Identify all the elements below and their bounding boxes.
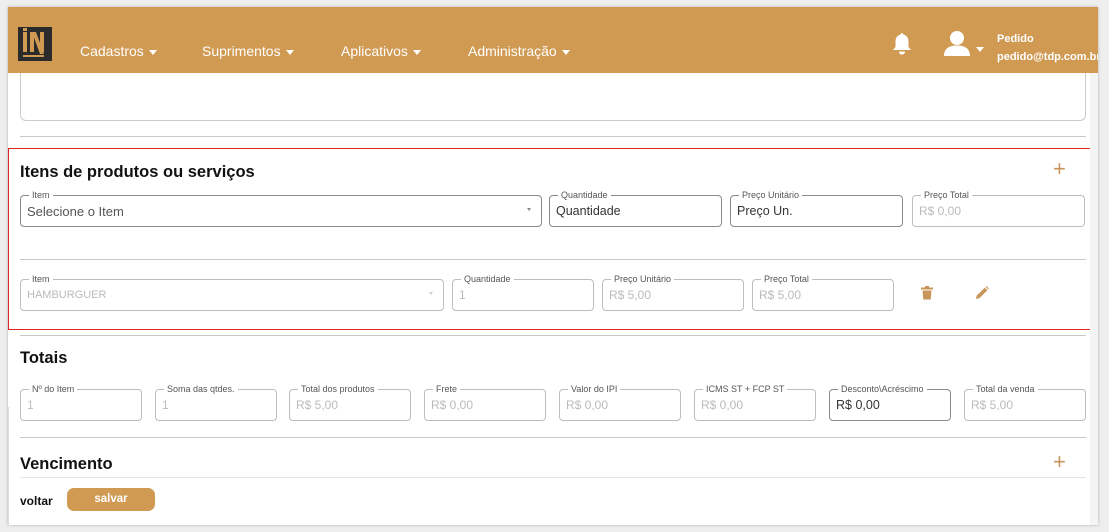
item-total-price: Preço Total R$ 5,00: [752, 273, 894, 311]
plus-icon[interactable]: +: [1053, 158, 1066, 180]
menu-label: Administração: [468, 43, 557, 59]
field-value: Preço Un.: [737, 204, 793, 218]
field-label: Valor do IPI: [568, 383, 621, 395]
scrollbar-track[interactable]: [1090, 73, 1098, 525]
caret-down-icon: [148, 49, 157, 55]
field-label: Desconto\Acréscimo: [838, 383, 927, 395]
field-value: R$ 0,00: [566, 398, 609, 412]
notes-textarea[interactable]: [20, 73, 1086, 121]
item-quantity: Quantidade 1: [452, 273, 594, 311]
app-window: Cadastros Suprimentos Aplicativos Admini…: [8, 7, 1098, 525]
logo-icon[interactable]: [18, 27, 52, 61]
field-value: 1: [162, 398, 169, 412]
plus-icon[interactable]: +: [1053, 451, 1066, 473]
menu-label: Aplicativos: [341, 43, 408, 59]
divider: [20, 477, 1086, 478]
field-label: Quantidade: [558, 189, 611, 201]
chevron-down-icon: [527, 208, 531, 211]
field-value: R$ 5,00: [609, 288, 652, 302]
field-label: Preço Total: [921, 189, 972, 201]
new-item-quantity-input[interactable]: Quantidade Quantidade: [549, 189, 722, 227]
field-value: Quantidade: [556, 204, 621, 218]
field-label: Frete: [433, 383, 461, 395]
caret-down-icon[interactable]: [976, 47, 984, 52]
divider: [20, 335, 1086, 336]
menu-label: Cadastros: [80, 43, 144, 59]
field-value: R$ 0,00: [836, 398, 880, 412]
item-select: Item HAMBURGUER: [20, 273, 444, 311]
total-quantity-sum: Soma das qtdes. 1: [155, 383, 277, 421]
total-item-number: Nº do Item 1: [20, 383, 142, 421]
due-date-section-title: Vencimento: [20, 455, 113, 473]
field-label: Item: [29, 273, 53, 285]
items-section-title: Itens de produtos ou serviços: [20, 163, 255, 181]
user-name[interactable]: Pedido: [997, 33, 1034, 45]
discount-input[interactable]: Desconto\Acréscimo R$ 0,00: [829, 383, 951, 421]
user-icon[interactable]: [943, 30, 971, 56]
field-value: HAMBURGUER: [27, 289, 107, 301]
total-ipi: Valor do IPI R$ 0,00: [559, 383, 681, 421]
field-label: Soma das qtdes.: [164, 383, 238, 395]
divider: [20, 259, 1086, 260]
divider: [20, 437, 1086, 438]
bell-icon[interactable]: [891, 32, 913, 56]
field-label: Preço Unitário: [611, 273, 675, 285]
field-value: R$ 5,00: [296, 398, 339, 412]
field-label: Total da venda: [973, 383, 1038, 395]
field-value: R$ 5,00: [759, 288, 802, 302]
caret-down-icon: [561, 49, 570, 55]
total-icms-st: ICMS ST + FCP ST R$ 0,00: [694, 383, 816, 421]
trash-icon[interactable]: [921, 286, 933, 300]
field-value: Selecione o Item: [27, 204, 124, 219]
back-link[interactable]: voltar: [20, 494, 53, 508]
pencil-icon[interactable]: [975, 286, 989, 300]
menu-label: Suprimentos: [202, 43, 281, 59]
field-value: R$ 0,00: [919, 204, 962, 218]
total-sale: Total da venda R$ 5,00: [964, 383, 1086, 421]
total-freight: Frete R$ 0,00: [424, 383, 546, 421]
new-item-unit-price-input[interactable]: Preço Unitário Preço Un.: [730, 189, 903, 227]
field-value: 1: [459, 288, 466, 302]
totals-section-title: Totais: [20, 349, 68, 367]
field-label: Total dos produtos: [298, 383, 378, 395]
field-label: ICMS ST + FCP ST: [703, 383, 788, 395]
field-label: Preço Unitário: [739, 189, 803, 201]
menu-cadastros[interactable]: Cadastros: [80, 43, 157, 59]
save-button[interactable]: salvar: [67, 488, 155, 511]
new-item-total-price: Preço Total R$ 0,00: [912, 189, 1085, 227]
field-value: 1: [27, 398, 34, 412]
top-navbar: Cadastros Suprimentos Aplicativos Admini…: [8, 7, 1098, 73]
menu-administracao[interactable]: Administração: [468, 43, 570, 59]
field-label: Preço Total: [761, 273, 812, 285]
caret-down-icon: [285, 49, 294, 55]
field-value: R$ 0,00: [431, 398, 474, 412]
caret-down-icon: [412, 49, 421, 55]
item-unit-price: Preço Unitário R$ 5,00: [602, 273, 744, 311]
field-label: Item: [29, 189, 53, 201]
menu-suprimentos[interactable]: Suprimentos: [202, 43, 294, 59]
total-products: Total dos produtos R$ 5,00: [289, 383, 411, 421]
menu-aplicativos[interactable]: Aplicativos: [341, 43, 421, 59]
field-value: R$ 0,00: [701, 398, 744, 412]
field-value: R$ 5,00: [971, 398, 1014, 412]
new-item-select[interactable]: Item Selecione o Item: [20, 189, 542, 227]
field-label: Quantidade: [461, 273, 514, 285]
chevron-down-icon: [429, 292, 433, 295]
field-label: Nº do Item: [29, 383, 78, 395]
user-email[interactable]: pedido@tdp.com.br: [997, 51, 1098, 63]
left-border: [8, 407, 9, 525]
divider: [20, 136, 1086, 137]
